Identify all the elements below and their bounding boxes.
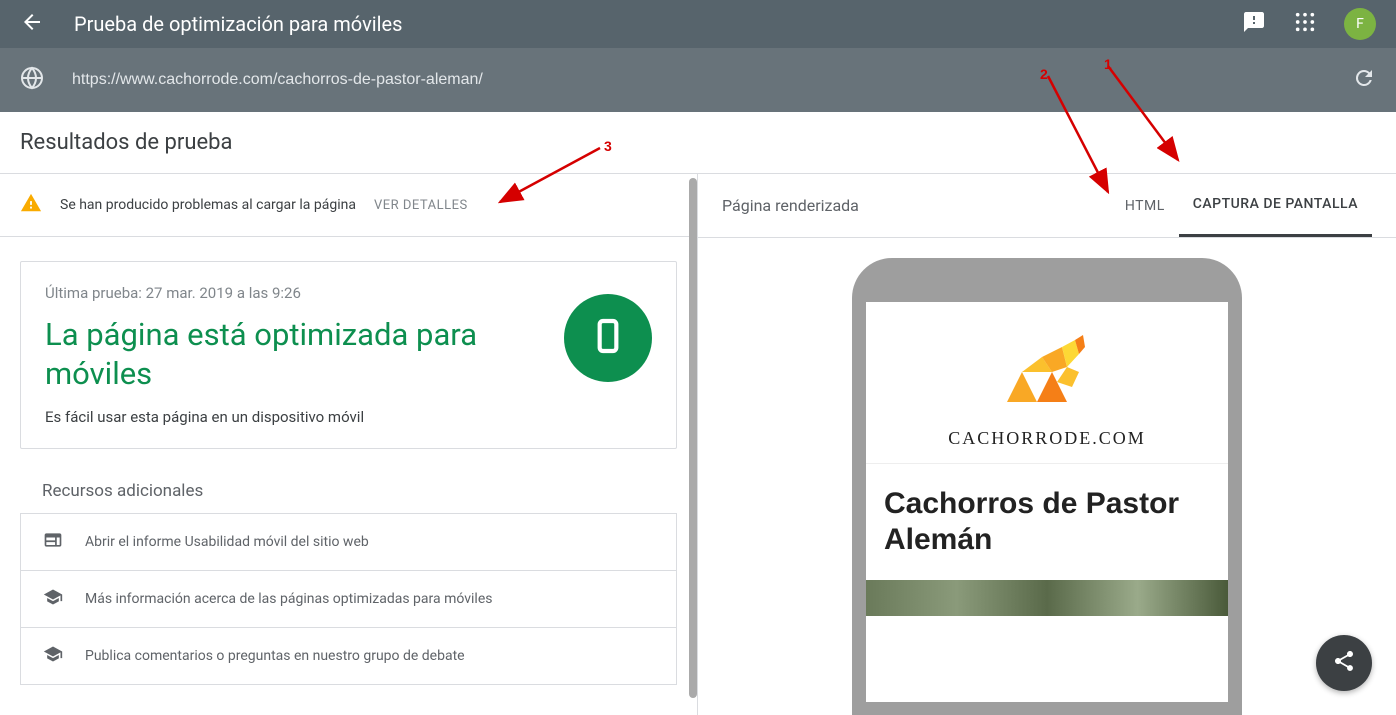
preview-logo-caption: CACHORRODE.COM bbox=[876, 428, 1218, 449]
globe-icon bbox=[20, 66, 44, 94]
warning-icon bbox=[20, 192, 42, 218]
share-button[interactable] bbox=[1316, 635, 1372, 691]
last-test-label: Última prueba: 27 mar. 2019 a las 9:26 bbox=[45, 284, 544, 302]
web-icon bbox=[43, 530, 63, 554]
resource-item-learn[interactable]: Más información acerca de las páginas op… bbox=[21, 571, 676, 628]
resource-item-discuss[interactable]: Publica comentarios o preguntas en nuest… bbox=[21, 628, 676, 684]
scrollbar[interactable] bbox=[689, 178, 697, 698]
mobile-ok-badge bbox=[564, 294, 652, 382]
url-bar bbox=[0, 48, 1396, 112]
result-subtext: Es fácil usar esta página en un disposit… bbox=[45, 408, 544, 426]
page-title: Prueba de optimización para móviles bbox=[74, 12, 1242, 36]
feedback-icon[interactable] bbox=[1242, 10, 1266, 38]
app-header: Prueba de optimización para móviles F bbox=[0, 0, 1396, 48]
url-input[interactable] bbox=[72, 71, 1352, 89]
resource-label: Más información acerca de las páginas op… bbox=[85, 591, 493, 607]
school-icon bbox=[43, 644, 63, 668]
apps-icon[interactable] bbox=[1294, 11, 1316, 37]
result-card: Última prueba: 27 mar. 2019 a las 9:26 L… bbox=[20, 261, 677, 449]
tab-html[interactable]: HTML bbox=[1111, 176, 1179, 236]
preview-article-title: Cachorros de Pastor Alemán bbox=[866, 464, 1228, 580]
avatar[interactable]: F bbox=[1344, 8, 1376, 40]
tab-screenshot[interactable]: CAPTURA DE PANTALLA bbox=[1179, 174, 1372, 237]
device-frame: CACHORRODE.COM Cachorros de Pastor Alemá… bbox=[852, 258, 1242, 715]
right-pane: Página renderizada HTML CAPTURA DE PANTA… bbox=[698, 174, 1396, 715]
device-screen: CACHORRODE.COM Cachorros de Pastor Alemá… bbox=[866, 302, 1228, 702]
annotation-3: 3 bbox=[604, 138, 612, 154]
left-pane: Se han producido problemas al cargar la … bbox=[0, 174, 698, 715]
device-preview-area: CACHORRODE.COM Cachorros de Pastor Alemá… bbox=[698, 238, 1396, 715]
preview-logo-area: CACHORRODE.COM bbox=[866, 302, 1228, 464]
header-actions: F bbox=[1242, 8, 1376, 40]
view-details-button[interactable]: VER DETALLES bbox=[374, 198, 468, 213]
resource-item-report[interactable]: Abrir el informe Usabilidad móvil del si… bbox=[21, 514, 676, 571]
annotation-2: 2 bbox=[1040, 66, 1048, 82]
right-header: Página renderizada HTML CAPTURA DE PANTA… bbox=[698, 174, 1396, 238]
resource-list: Abrir el informe Usabilidad móvil del si… bbox=[20, 513, 677, 685]
resources-title: Recursos adicionales bbox=[0, 461, 697, 513]
warning-text: Se han producido problemas al cargar la … bbox=[60, 197, 356, 213]
refresh-icon[interactable] bbox=[1352, 66, 1376, 94]
resource-label: Publica comentarios o preguntas en nuest… bbox=[85, 648, 465, 664]
warning-bar: Se han producido problemas al cargar la … bbox=[0, 174, 697, 237]
preview-article-image bbox=[866, 580, 1228, 616]
dog-logo-icon bbox=[987, 332, 1107, 416]
back-icon[interactable] bbox=[20, 10, 44, 38]
resource-label: Abrir el informe Usabilidad móvil del si… bbox=[85, 534, 369, 550]
share-icon bbox=[1332, 649, 1356, 677]
section-title: Resultados de prueba bbox=[0, 112, 1396, 174]
rendered-page-label: Página renderizada bbox=[722, 196, 1111, 215]
smartphone-icon bbox=[588, 316, 628, 360]
annotation-1: 1 bbox=[1104, 56, 1112, 72]
result-headline: La página está optimizada para móviles bbox=[45, 316, 544, 394]
school-icon bbox=[43, 587, 63, 611]
